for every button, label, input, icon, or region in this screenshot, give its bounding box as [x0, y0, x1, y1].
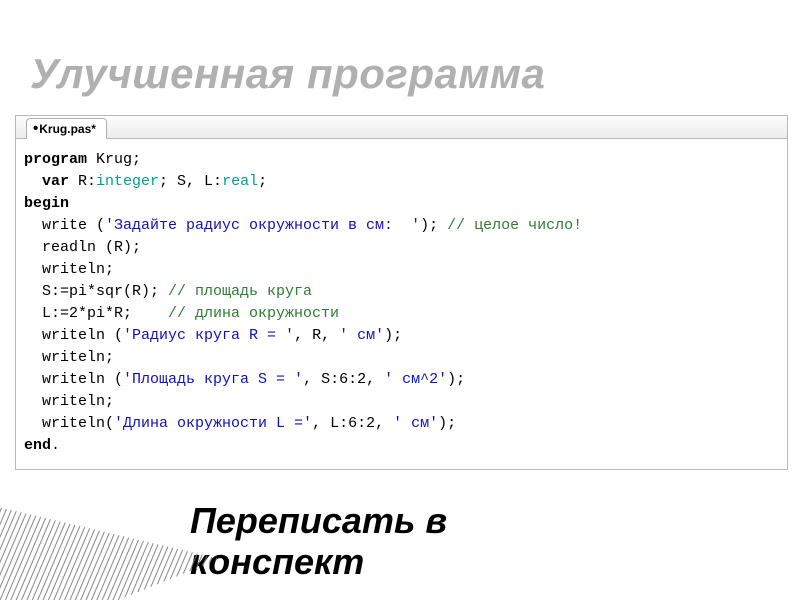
string-literal: 'Задайте радиус окружности в см: '	[105, 217, 420, 234]
code-text: ;	[258, 173, 267, 190]
code-text: writeln (	[24, 327, 123, 344]
code-text: writeln(	[24, 415, 114, 432]
code-text: writeln;	[24, 349, 114, 366]
comment: // целое число!	[447, 217, 582, 234]
type-integer: integer	[96, 173, 159, 190]
code-text: L:=2*pi*R;	[24, 305, 168, 322]
slide-title: Улучшенная программа	[30, 50, 545, 98]
tab-bar: • Krug.pas*	[16, 116, 787, 139]
kw-program: program	[24, 151, 87, 168]
modified-dot-icon: •	[33, 123, 38, 135]
comment: // длина окружности	[168, 305, 339, 322]
code-text: .	[51, 437, 60, 454]
code-text: );	[420, 217, 447, 234]
string-literal: 'Площадь круга S = '	[123, 371, 303, 388]
kw-var: var	[24, 173, 69, 190]
code-text: , R,	[294, 327, 339, 344]
string-literal: ' см^2'	[384, 371, 447, 388]
code-text: );	[447, 371, 465, 388]
kw-begin: begin	[24, 195, 69, 212]
code-text: Krug;	[87, 151, 141, 168]
code-text: R:	[69, 173, 96, 190]
string-literal: ' см'	[339, 327, 384, 344]
code-text: writeln;	[24, 261, 114, 278]
code-text: , L:6:2,	[312, 415, 393, 432]
string-literal: 'Радиус круга R = '	[123, 327, 294, 344]
code-text: writeln;	[24, 393, 114, 410]
code-text: readln (R);	[24, 239, 141, 256]
file-tab[interactable]: • Krug.pas*	[26, 118, 107, 139]
code-text: write (	[24, 217, 105, 234]
code-text: ; S, L:	[159, 173, 222, 190]
comment: // площадь круга	[168, 283, 312, 300]
kw-end: end	[24, 437, 51, 454]
string-literal: ' см'	[393, 415, 438, 432]
caption-line: Переписать в	[190, 500, 447, 541]
code-text: , S:6:2,	[303, 371, 384, 388]
code-text: );	[384, 327, 402, 344]
code-editor-window: • Krug.pas* program Krug; var R:integer;…	[15, 115, 788, 470]
slide-caption: Переписать в конспект	[190, 500, 760, 583]
file-tab-label: Krug.pas*	[39, 122, 96, 136]
string-literal: 'Длина окружности L ='	[114, 415, 312, 432]
code-area: program Krug; var R:integer; S, L:real; …	[16, 139, 787, 469]
caption-line: конспект	[190, 541, 364, 582]
code-text: S:=pi*sqr(R);	[24, 283, 168, 300]
code-text: writeln (	[24, 371, 123, 388]
type-real: real	[222, 173, 258, 190]
code-text: );	[438, 415, 456, 432]
